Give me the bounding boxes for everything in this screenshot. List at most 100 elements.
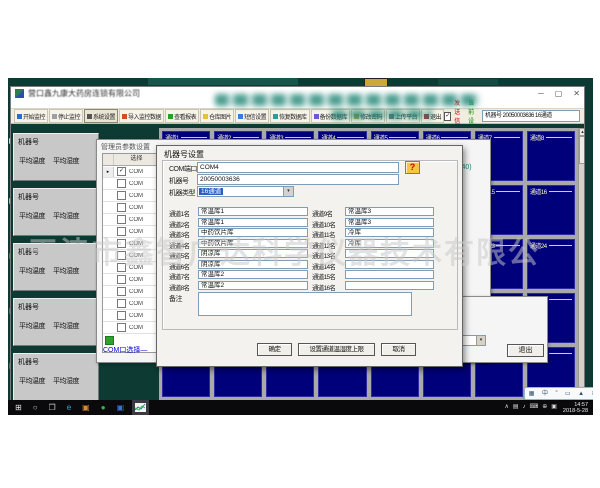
note-label: 备注 bbox=[169, 294, 182, 304]
row-checkbox[interactable] bbox=[117, 287, 126, 296]
row-checkbox[interactable]: ✓ bbox=[117, 167, 126, 176]
channel-name-input[interactable] bbox=[345, 249, 434, 258]
ime-icon[interactable]: ▦ bbox=[529, 389, 535, 399]
channel-name-input[interactable]: 常温库2 bbox=[198, 270, 308, 279]
row-checkbox[interactable] bbox=[117, 311, 126, 320]
toolbar-button[interactable]: 仓库图片 bbox=[200, 109, 234, 123]
toolbar-button-icon bbox=[168, 114, 173, 119]
note-textarea[interactable] bbox=[198, 292, 412, 316]
toolbar-button[interactable]: 导入监控数据 bbox=[119, 109, 164, 123]
machine-settings-dialog: 机器号设置 COM端口 COM4 ? 机器号 20050003636 机器类型 … bbox=[156, 145, 463, 367]
machine-panel: 机器号平均温度平均湿度 bbox=[13, 298, 99, 346]
toolbar-button[interactable]: 短信设置 bbox=[235, 109, 269, 123]
machine-number-label: 机器号 bbox=[18, 137, 98, 147]
tray-icon[interactable]: ⊕ bbox=[542, 400, 547, 415]
row-marker: ▸ bbox=[103, 167, 114, 177]
toolbar: 开始监控停止监控系统设置导入监控数据查看报表仓库图片短信设置恢复数据库备份数据库… bbox=[11, 108, 584, 124]
channel-name-input[interactable]: 中药饮片库 bbox=[198, 228, 308, 237]
toolbar-button[interactable]: 开始监控 bbox=[14, 109, 48, 123]
row-checkbox[interactable] bbox=[117, 323, 126, 332]
channel-name-input[interactable]: 常温库3 bbox=[345, 207, 434, 216]
row-text: COM bbox=[129, 253, 143, 259]
document-app-icon[interactable]: ▣ bbox=[117, 400, 125, 415]
row-checkbox[interactable] bbox=[117, 191, 126, 200]
row-checkbox[interactable] bbox=[117, 251, 126, 260]
channel-name-input[interactable]: 冷库 bbox=[345, 228, 434, 237]
send-signal-checkbox[interactable]: ✓ bbox=[444, 112, 451, 121]
photos-icon[interactable]: ▣ bbox=[82, 400, 90, 415]
chevron-down-icon[interactable]: ▾ bbox=[476, 336, 485, 345]
channel-name-input[interactable] bbox=[345, 270, 434, 279]
help-button[interactable]: ? bbox=[405, 161, 420, 174]
cancel-button[interactable]: 取消 bbox=[381, 343, 416, 356]
ime-toolbar[interactable]: ▦ 中 ” ▭ ▲ ≡ bbox=[524, 387, 593, 400]
exit-button[interactable]: 退出 bbox=[507, 344, 544, 357]
channel-name-input[interactable]: 阴凉库 bbox=[198, 260, 308, 269]
toolbar-button-icon bbox=[52, 114, 57, 119]
channel-name-input[interactable]: 常温库1 bbox=[198, 207, 308, 216]
channel-name-label: 通道2名 bbox=[169, 219, 189, 229]
ime-icon[interactable]: ” bbox=[555, 389, 557, 399]
channel-name-input[interactable]: 常温库2 bbox=[198, 281, 308, 290]
current-device-field[interactable]: 机器号 20050003636 16通道 bbox=[482, 110, 580, 122]
toolbar-button-label: 开始监控 bbox=[23, 112, 45, 121]
channel-panel-header: 通道24 bbox=[530, 241, 572, 250]
ime-icon[interactable]: ≡ bbox=[592, 389, 593, 399]
taskbar-clock[interactable]: 14:57 2018-5-28 bbox=[563, 402, 588, 414]
row-checkbox[interactable] bbox=[117, 203, 126, 212]
start-icon[interactable]: ⊞ bbox=[15, 400, 22, 415]
row-text: COM bbox=[129, 313, 143, 319]
channel-name-input[interactable]: 中药饮片库 bbox=[198, 239, 308, 248]
channel-name-input[interactable] bbox=[345, 260, 434, 269]
tray-icon[interactable]: ♪ bbox=[523, 400, 526, 415]
toolbar-button[interactable]: 停止监控 bbox=[49, 109, 83, 123]
tray-icon[interactable]: ⌨ bbox=[530, 400, 539, 415]
tray-icon[interactable]: ▣ bbox=[551, 400, 557, 415]
toolbar-button-icon bbox=[238, 114, 243, 119]
toolbar-button[interactable]: 系统设置 bbox=[84, 109, 118, 123]
toolbar-button[interactable]: 查看报表 bbox=[165, 109, 199, 123]
channel-name-input[interactable]: 冷库 bbox=[345, 239, 434, 248]
row-checkbox[interactable] bbox=[117, 263, 126, 272]
ime-icon[interactable]: ▲ bbox=[578, 389, 584, 399]
machine-number-label: 机器号 bbox=[18, 302, 98, 312]
table-row: COM bbox=[103, 238, 159, 250]
channel-panel-header: 通道16 bbox=[530, 187, 572, 196]
ok-button[interactable]: 确定 bbox=[257, 343, 292, 356]
edge-icon[interactable]: e bbox=[67, 400, 71, 415]
window-title: 营口鑫九康大药房连锁有限公司 bbox=[28, 88, 140, 99]
row-checkbox[interactable] bbox=[117, 239, 126, 248]
machine-type-select[interactable]: 16通道 ▾ bbox=[197, 186, 294, 197]
row-checkbox[interactable] bbox=[117, 227, 126, 236]
channel-name-input[interactable]: 阴凉库 bbox=[198, 249, 308, 258]
row-text: COM bbox=[129, 241, 143, 247]
toolbar-button-label: 查看报表 bbox=[174, 112, 196, 121]
channel-panel-header: 通道8 bbox=[530, 133, 572, 142]
row-checkbox[interactable] bbox=[117, 275, 126, 284]
active-app-icon[interactable] bbox=[132, 400, 149, 415]
channel-name-input[interactable]: 常温库1 bbox=[198, 218, 308, 227]
task-view-icon[interactable]: ❐ bbox=[49, 400, 56, 415]
scrollbar-thumb[interactable] bbox=[579, 136, 584, 164]
row-checkbox[interactable] bbox=[117, 179, 126, 188]
com-port-input[interactable]: COM4 bbox=[197, 162, 399, 173]
machine-type-value: 16通道 bbox=[199, 188, 223, 195]
channel-name-input[interactable] bbox=[345, 281, 434, 290]
search-icon[interactable]: ○ bbox=[33, 400, 38, 415]
machine-number-input[interactable]: 20050003636 bbox=[197, 174, 399, 185]
row-checkbox[interactable] bbox=[117, 215, 126, 224]
vertical-scrollbar[interactable]: ▴ ▾ bbox=[578, 128, 584, 400]
browser-icon[interactable]: ● bbox=[101, 400, 106, 415]
table-row: COM bbox=[103, 322, 159, 334]
scroll-up-icon[interactable]: ▴ bbox=[579, 128, 584, 136]
channel-name-input[interactable]: 常温库3 bbox=[345, 218, 434, 227]
set-limits-button[interactable]: 设置通道温湿度上限 bbox=[298, 343, 375, 356]
tray-icon[interactable]: ∧ bbox=[504, 400, 508, 415]
chevron-down-icon[interactable]: ▾ bbox=[283, 187, 293, 196]
toolbar-button-icon bbox=[203, 114, 208, 119]
toolbar-button[interactable]: 恢复数据库 bbox=[270, 109, 310, 123]
ime-icon[interactable]: ▭ bbox=[565, 389, 571, 399]
ime-icon[interactable]: 中 bbox=[542, 389, 548, 399]
tray-icon[interactable]: ▤ bbox=[513, 400, 519, 415]
row-checkbox[interactable] bbox=[117, 299, 126, 308]
